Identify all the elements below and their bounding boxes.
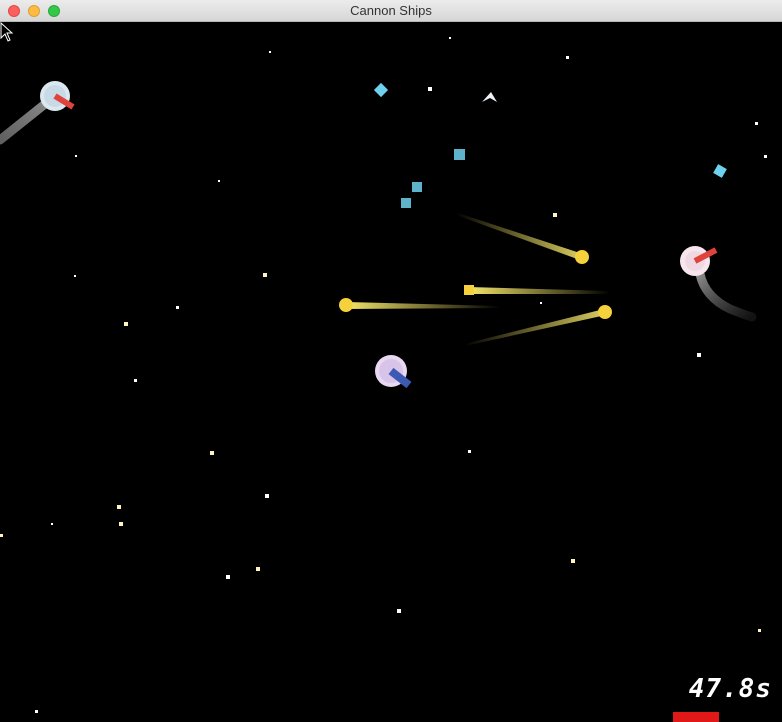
star xyxy=(35,710,38,713)
crystal xyxy=(401,198,411,208)
projectiles xyxy=(339,213,612,346)
star xyxy=(226,575,230,579)
star xyxy=(75,155,77,157)
projectile-trail xyxy=(469,287,610,294)
arrow-cursor-icon xyxy=(0,22,14,42)
projectile xyxy=(339,298,353,312)
star xyxy=(553,213,557,217)
crystal xyxy=(454,149,465,160)
game-scene xyxy=(0,37,767,713)
title-bar[interactable]: Cannon Ships xyxy=(0,0,782,22)
star xyxy=(697,353,701,357)
star xyxy=(265,494,269,498)
projectile-trail xyxy=(464,309,606,346)
star xyxy=(119,522,123,526)
star xyxy=(449,37,451,39)
crystals xyxy=(373,82,727,208)
star xyxy=(755,122,758,125)
debris xyxy=(482,92,497,102)
smoke-trail xyxy=(0,95,55,145)
projectile-trail xyxy=(456,213,583,260)
star xyxy=(117,505,121,509)
star xyxy=(428,87,432,91)
enemy-ship-right xyxy=(680,246,757,322)
star xyxy=(134,379,137,382)
window-title: Cannon Ships xyxy=(350,3,432,18)
crystal xyxy=(713,164,727,178)
star xyxy=(566,56,569,59)
star xyxy=(468,450,471,453)
enemy-ship-left xyxy=(0,81,75,145)
crystal xyxy=(373,82,389,98)
projectile xyxy=(575,250,589,264)
star xyxy=(263,273,267,277)
star xyxy=(269,51,271,53)
star xyxy=(74,275,76,277)
star xyxy=(51,523,53,525)
projectile-trail xyxy=(346,302,500,309)
survival-timer: 47.8s xyxy=(688,674,772,704)
game-canvas[interactable]: 47.8s xyxy=(0,22,782,722)
star xyxy=(256,567,260,571)
star xyxy=(124,322,128,326)
player-ship xyxy=(375,355,412,389)
star xyxy=(0,534,3,537)
projectile xyxy=(464,285,474,295)
star xyxy=(210,451,214,455)
star xyxy=(218,180,220,182)
crystal xyxy=(412,182,422,192)
star xyxy=(540,302,542,304)
star xyxy=(758,629,761,632)
star xyxy=(571,559,575,563)
smoke-trail xyxy=(695,269,757,322)
star xyxy=(764,155,767,158)
health-bar xyxy=(673,712,719,722)
star xyxy=(176,306,179,309)
game-window: Cannon Ships 47.8s xyxy=(0,0,782,722)
projectile xyxy=(598,305,612,319)
star xyxy=(397,609,401,613)
